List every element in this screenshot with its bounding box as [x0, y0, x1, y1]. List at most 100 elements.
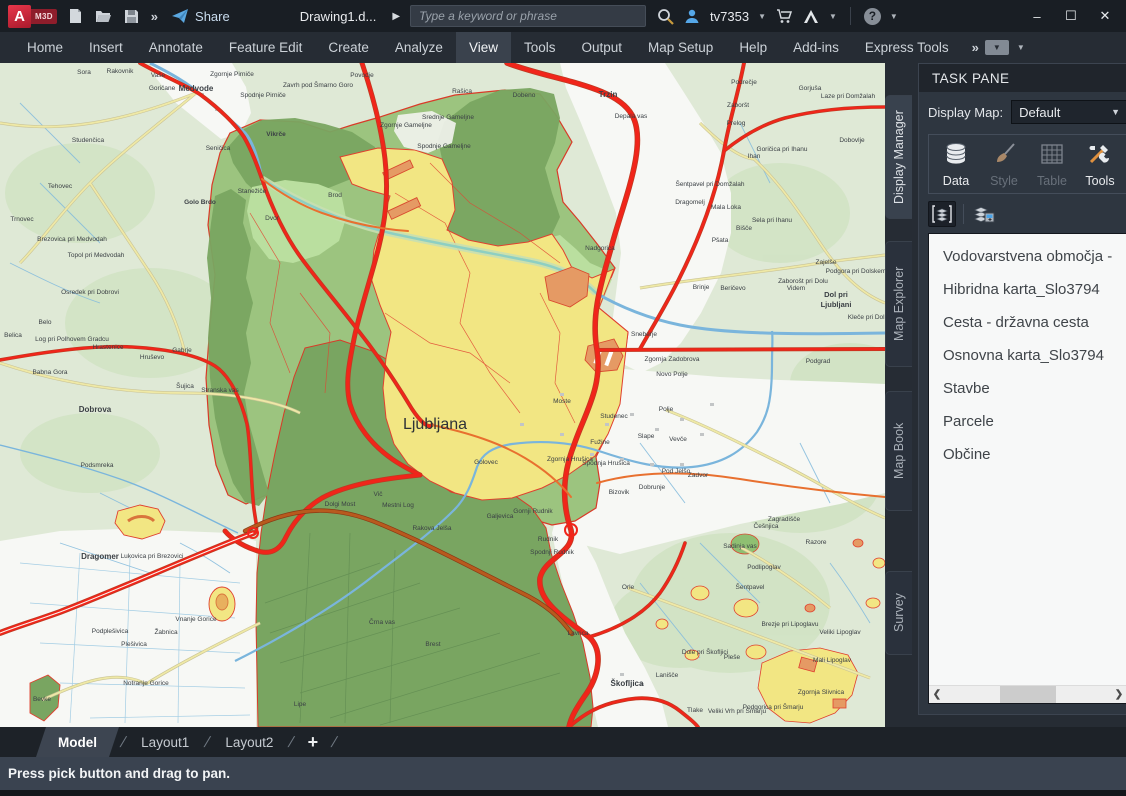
map-label: Mali Lipoglav — [813, 657, 852, 664]
map-label: Spodnja Hrušica — [582, 460, 630, 467]
help-menu-caret-icon[interactable]: ▼ — [890, 12, 898, 21]
layout-tab-group: Layout2 / — [211, 727, 295, 757]
layer-list-item[interactable]: Hibridna karta_Slo3794 — [929, 273, 1126, 306]
ribbon-tab[interactable]: Analyze — [382, 32, 456, 63]
map-label: Rudnik — [538, 536, 559, 543]
app-logo[interactable]: A M3D — [8, 5, 57, 28]
map-label: Rakovnik — [107, 68, 134, 75]
username-label[interactable]: tv7353 — [710, 9, 749, 24]
map-label: Dolgi Most — [325, 501, 356, 508]
map-label: Topol pri Medvodah — [68, 252, 125, 259]
map-label: Orle — [622, 584, 635, 591]
add-layout-button[interactable]: + — [296, 732, 331, 753]
layer-list-item[interactable]: Stavbe — [929, 372, 1126, 405]
status-message: Press pick button and drag to pan. — [8, 766, 230, 781]
titlebar-divider — [850, 7, 851, 25]
ribbon-tab[interactable]: Add-ins — [780, 32, 852, 63]
map-label: Zgornja Slivnica — [798, 689, 845, 696]
map-label: Dobrunje — [639, 484, 666, 491]
help-icon[interactable]: ? — [864, 8, 881, 25]
map-label: Ljubljana — [403, 416, 467, 433]
map-label: Spodnje Pirniče — [240, 92, 286, 99]
map-label: Sneberje — [631, 331, 657, 338]
ribbon-tab[interactable]: Insert — [76, 32, 136, 63]
map-label: Ihan — [748, 153, 761, 160]
data-button[interactable]: Data — [933, 142, 979, 188]
ribbon-minimize-caret-icon[interactable]: ▼ — [1017, 43, 1025, 52]
map-label: Videm — [787, 285, 805, 292]
search-input[interactable] — [410, 5, 646, 27]
minimize-button[interactable]: – — [1022, 3, 1052, 29]
ribbon-overflow-chevrons[interactable]: » — [972, 40, 977, 55]
scroll-left-arrow-icon[interactable]: ❮ — [929, 689, 945, 700]
autodesk-apps-icon[interactable] — [802, 7, 820, 25]
scrollbar-track[interactable] — [945, 686, 1111, 703]
layer-list-item[interactable]: Vodovarstvena območja - — [929, 240, 1126, 273]
task-pane-side-tab[interactable]: Display Manager — [885, 95, 912, 219]
share-button[interactable]: Share — [172, 9, 230, 24]
map-label: Podgrad — [806, 358, 831, 365]
map-label: Sadinja vas — [723, 543, 757, 550]
ribbon-state-dropdown[interactable]: ▼ — [985, 40, 1009, 55]
ribbon-tab[interactable]: Feature Edit — [216, 32, 316, 63]
task-pane-side-tab[interactable]: Map Explorer — [885, 241, 912, 367]
user-menu-caret-icon[interactable]: ▼ — [758, 12, 766, 21]
ribbon-tab[interactable]: Annotate — [136, 32, 216, 63]
apps-menu-caret-icon[interactable]: ▼ — [829, 12, 837, 21]
layer-list-item[interactable]: Občine — [929, 438, 1126, 471]
table-button-label: Table — [1037, 174, 1067, 188]
open-folder-icon[interactable] — [95, 7, 113, 25]
map3d-logo-badge: M3D — [31, 9, 57, 24]
scroll-right-arrow-icon[interactable]: ❯ — [1111, 689, 1126, 700]
app-store-cart-icon[interactable] — [775, 7, 793, 25]
manage-layers-button[interactable] — [971, 202, 997, 226]
ribbon-tab[interactable]: Express Tools — [852, 32, 962, 63]
map-viewport[interactable]: LjubljanaMedvodeTrzinDragomerŠkofljicaDo… — [0, 63, 885, 727]
layer-list-item[interactable]: Cesta - državna cesta — [929, 306, 1126, 339]
map-label: Moste — [553, 398, 571, 405]
layout-tab[interactable]: Layout1 — [127, 727, 203, 757]
layout-tab[interactable]: Model — [36, 727, 119, 757]
display-map-select[interactable]: Default ▼ — [1011, 100, 1126, 124]
maximize-button[interactable]: ☐ — [1056, 3, 1086, 29]
close-button[interactable]: ✕ — [1090, 3, 1120, 29]
map-label: Lavrica — [568, 630, 589, 637]
new-file-icon[interactable] — [67, 7, 85, 25]
ribbon-tab[interactable]: Home — [14, 32, 76, 63]
task-pane-side-tab[interactable]: Map Book — [885, 391, 912, 511]
map-label: Tlake — [687, 707, 703, 714]
ribbon-tab[interactable]: Output — [568, 32, 635, 63]
title-expand-arrow[interactable]: ▶ — [392, 11, 400, 22]
user-avatar-icon[interactable] — [683, 7, 701, 25]
layer-list-item[interactable]: Osnovna karta_Slo3794 — [929, 339, 1126, 372]
map-canvas[interactable]: LjubljanaMedvodeTrzinDragomerŠkofljicaDo… — [0, 63, 885, 727]
map-label: Vnanje Gorice — [175, 616, 217, 623]
table-button: Table — [1029, 142, 1075, 188]
map-label: Depala vas — [615, 113, 648, 120]
map-label: Brezovica pri Medvodah — [37, 236, 107, 243]
scrollbar-thumb[interactable] — [1000, 686, 1056, 703]
ribbon-tab[interactable]: Help — [726, 32, 780, 63]
task-pane-side-tab[interactable]: Survey — [885, 571, 912, 655]
layer-list-item[interactable]: Parcele — [929, 405, 1126, 438]
layout-tab-group: Layout1 / — [127, 727, 211, 757]
map-label: Lanišče — [656, 672, 679, 679]
map-label: Gorjuša — [799, 85, 822, 92]
ribbon-tab[interactable]: Create — [315, 32, 382, 63]
layout-tab[interactable]: Layout2 — [211, 727, 287, 757]
ribbon-tab[interactable]: Tools — [511, 32, 569, 63]
groups-view-button[interactable] — [928, 201, 956, 227]
map-label: Mestni Log — [382, 502, 414, 509]
map-label: Brezje pri Lipoglavu — [761, 621, 818, 628]
save-icon[interactable] — [123, 7, 141, 25]
tools-button[interactable]: Tools — [1077, 142, 1123, 188]
horizontal-scrollbar[interactable]: ❮ ❯ — [929, 685, 1126, 703]
task-pane-panel: TASK PANE Display Map: Default ▼ Data — [918, 63, 1126, 715]
map-label: Studenec — [600, 413, 628, 420]
ribbon-tab[interactable]: Map Setup — [635, 32, 726, 63]
layer-groups-icon — [932, 205, 952, 223]
search-icon[interactable] — [656, 7, 674, 25]
toolbar-expand-chevrons[interactable]: » — [151, 9, 156, 24]
style-button-label: Style — [990, 174, 1018, 188]
ribbon-tab[interactable]: View — [456, 32, 511, 63]
